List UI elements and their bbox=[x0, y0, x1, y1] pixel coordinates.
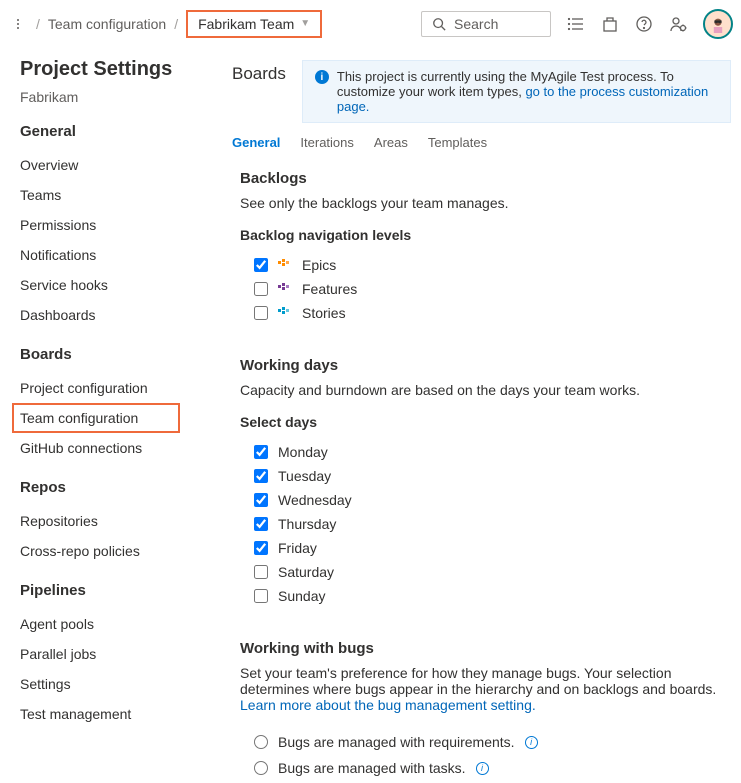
features-icon bbox=[278, 282, 292, 296]
epics-icon bbox=[278, 258, 292, 272]
info-help-icon[interactable]: i bbox=[525, 736, 538, 749]
saturday-label: Saturday bbox=[278, 564, 334, 580]
sidebar-item-service-hooks[interactable]: Service hooks bbox=[20, 270, 210, 300]
list-icon[interactable] bbox=[567, 15, 585, 33]
sidebar-item-dashboards[interactable]: Dashboards bbox=[20, 300, 210, 330]
sidebar-item-team-configuration[interactable]: Team configuration bbox=[12, 403, 180, 433]
checkbox-epics[interactable] bbox=[254, 258, 268, 272]
bugs-learn-link[interactable]: Learn more about the bug management sett… bbox=[240, 697, 536, 713]
sidebar-item-cross-repo-policies[interactable]: Cross-repo policies bbox=[20, 536, 210, 566]
sidebar-item-notifications[interactable]: Notifications bbox=[20, 240, 210, 270]
radio-bugs-tasks[interactable] bbox=[254, 761, 268, 775]
chevron-down-icon: ▼ bbox=[300, 18, 310, 29]
monday-label: Monday bbox=[278, 444, 328, 460]
select-days-heading: Select days bbox=[240, 414, 723, 430]
friday-label: Friday bbox=[278, 540, 317, 556]
sidebar-item-project-configuration[interactable]: Project configuration bbox=[20, 373, 210, 403]
radio-bugs-requirements[interactable] bbox=[254, 735, 268, 749]
tab-areas[interactable]: Areas bbox=[374, 135, 408, 156]
backlogs-description: See only the backlogs your team manages. bbox=[240, 195, 723, 211]
checkbox-friday[interactable] bbox=[254, 541, 268, 555]
sidebar-section-general: General bbox=[20, 123, 210, 140]
user-avatar[interactable] bbox=[703, 9, 733, 39]
wednesday-label: Wednesday bbox=[278, 492, 352, 508]
bugs-description: Set your team's preference for how they … bbox=[240, 665, 723, 713]
search-input[interactable]: Search bbox=[421, 11, 551, 37]
team-dropdown-label: Fabrikam Team bbox=[198, 16, 294, 32]
sidebar-item-github-connections[interactable]: GitHub connections bbox=[20, 433, 210, 463]
info-icon: i bbox=[315, 70, 329, 84]
working-days-description: Capacity and burndown are based on the d… bbox=[240, 382, 723, 398]
stories-icon bbox=[278, 306, 292, 320]
checkbox-tuesday[interactable] bbox=[254, 469, 268, 483]
checkbox-saturday[interactable] bbox=[254, 565, 268, 579]
marketplace-icon[interactable] bbox=[601, 15, 619, 33]
tab-general[interactable]: General bbox=[232, 135, 280, 156]
backlog-nav-heading: Backlog navigation levels bbox=[240, 227, 723, 243]
page-title: Boards bbox=[232, 60, 286, 84]
search-placeholder: Search bbox=[454, 16, 498, 32]
more-menu-icon[interactable] bbox=[8, 19, 28, 29]
features-label: Features bbox=[302, 281, 357, 297]
main-content: Boards i This project is currently using… bbox=[210, 48, 741, 783]
sunday-label: Sunday bbox=[278, 588, 325, 604]
sidebar-item-teams[interactable]: Teams bbox=[20, 180, 210, 210]
info-banner: i This project is currently using the My… bbox=[302, 60, 731, 123]
info-text: This project is currently using the MyAg… bbox=[337, 69, 718, 114]
team-dropdown[interactable]: Fabrikam Team ▼ bbox=[186, 10, 322, 38]
sidebar-item-test-management[interactable]: Test management bbox=[20, 699, 210, 729]
checkbox-stories[interactable] bbox=[254, 306, 268, 320]
sidebar-item-permissions[interactable]: Permissions bbox=[20, 210, 210, 240]
checkbox-thursday[interactable] bbox=[254, 517, 268, 531]
sidebar-item-parallel-jobs[interactable]: Parallel jobs bbox=[20, 639, 210, 669]
thursday-label: Thursday bbox=[278, 516, 336, 532]
sidebar-section-boards: Boards bbox=[20, 346, 210, 363]
user-settings-icon[interactable] bbox=[669, 15, 687, 33]
working-days-heading: Working days bbox=[240, 357, 723, 374]
help-icon[interactable] bbox=[635, 15, 653, 33]
sidebar-item-agent-pools[interactable]: Agent pools bbox=[20, 609, 210, 639]
checkbox-features[interactable] bbox=[254, 282, 268, 296]
checkbox-sunday[interactable] bbox=[254, 589, 268, 603]
checkbox-monday[interactable] bbox=[254, 445, 268, 459]
breadcrumb-separator: / bbox=[36, 16, 40, 32]
epics-label: Epics bbox=[302, 257, 336, 273]
bugs-opt1-label: Bugs are managed with requirements. bbox=[278, 734, 515, 750]
bugs-opt2-label: Bugs are managed with tasks. bbox=[278, 760, 466, 776]
sidebar-item-settings[interactable]: Settings bbox=[20, 669, 210, 699]
sidebar-section-pipelines: Pipelines bbox=[20, 582, 210, 599]
tuesday-label: Tuesday bbox=[278, 468, 331, 484]
tab-templates[interactable]: Templates bbox=[428, 135, 487, 156]
checkbox-wednesday[interactable] bbox=[254, 493, 268, 507]
sidebar-item-repositories[interactable]: Repositories bbox=[20, 506, 210, 536]
sidebar: Project Settings Fabrikam General Overvi… bbox=[0, 48, 210, 783]
breadcrumb-separator: / bbox=[174, 16, 178, 32]
sidebar-item-overview[interactable]: Overview bbox=[20, 150, 210, 180]
sidebar-section-repos: Repos bbox=[20, 479, 210, 496]
breadcrumb-team-configuration[interactable]: Team configuration bbox=[48, 16, 166, 32]
search-icon bbox=[432, 17, 446, 31]
project-link[interactable]: Fabrikam bbox=[20, 89, 210, 105]
backlogs-heading: Backlogs bbox=[240, 170, 723, 187]
tab-iterations[interactable]: Iterations bbox=[300, 135, 353, 156]
bugs-heading: Working with bugs bbox=[240, 640, 723, 657]
project-settings-title: Project Settings bbox=[20, 58, 210, 81]
info-help-icon[interactable]: i bbox=[476, 762, 489, 775]
stories-label: Stories bbox=[302, 305, 346, 321]
